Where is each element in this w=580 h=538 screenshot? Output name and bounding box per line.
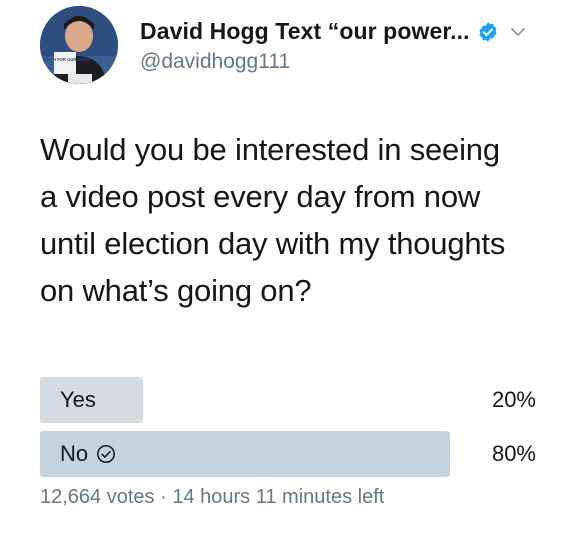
avatar[interactable]: MARCH FOR OUR LIVES	[40, 6, 118, 84]
tweet-text-line: on what’s going on?	[40, 273, 312, 308]
poll: Yes 20% No 80%	[40, 377, 540, 485]
tweet-text-line: Would you be interested in seeing	[40, 132, 500, 167]
verified-badge-icon	[477, 21, 499, 43]
avatar-sign-text: MARCH FOR OUR LIVES	[40, 57, 90, 62]
tweet-header: MARCH FOR OUR LIVES David Hogg Text “our…	[40, 6, 570, 86]
poll-option-percent: 20%	[491, 387, 536, 412]
chevron-down-icon[interactable]	[509, 23, 527, 41]
poll-option-text: No	[60, 441, 89, 466]
poll-option-text: Yes	[60, 387, 96, 412]
user-handle[interactable]: @davidhogg111	[140, 50, 290, 74]
tweet-text: Would you be interested in seeing a vide…	[40, 126, 560, 314]
poll-time-left: 14 hours 11 minutes left	[172, 486, 385, 508]
tweet-text-line: until election day with my thoughts	[40, 226, 506, 261]
poll-vote-count: 12,664 votes	[40, 486, 155, 508]
poll-option-label: Yes	[60, 377, 96, 423]
poll-meta: 12,664 votes · 14 hours 11 minutes left	[40, 486, 384, 509]
poll-option-yes[interactable]: Yes 20%	[40, 377, 540, 423]
tweet-text-line: a video post every day from now	[40, 179, 481, 214]
poll-option-label: No	[60, 431, 116, 477]
poll-option-no[interactable]: No 80%	[40, 431, 540, 477]
display-name[interactable]: David Hogg Text “our power...	[140, 18, 470, 45]
poll-option-percent: 80%	[491, 441, 536, 466]
check-circle-icon	[96, 444, 116, 464]
name-row: David Hogg Text “our power...	[140, 18, 527, 45]
avatar-image: MARCH FOR OUR LIVES	[40, 6, 118, 84]
meta-separator: ·	[160, 486, 167, 508]
